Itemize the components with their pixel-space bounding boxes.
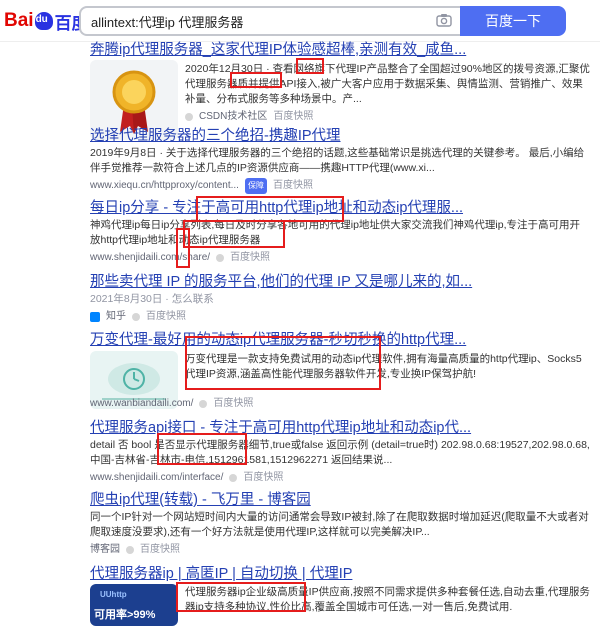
result-description: 神鸡代理ip每日ip分享列表,每日及时分享各地可用的代理ip地址供大家交流我们神… (90, 219, 581, 246)
snapshot-link[interactable]: 百度快照 (273, 109, 313, 125)
result-title-link[interactable]: 代理服务器ip | 高匿IP | 自动切换 | 代理IP (90, 564, 590, 584)
search-result: 那些卖代理 IP 的服务平台,他们的代理 IP 又是哪儿来的,如... 2021… (90, 272, 590, 325)
result-source[interactable]: www.wanbiandaili.com/ (90, 396, 193, 412)
result-source[interactable]: www.shenjidaili.com/interface/ (90, 470, 223, 486)
result-body: 2020年12月30日 · 查看网络旗下代理IP产品整合了全国超过90%地区的拨… (185, 62, 590, 125)
dot-icon (216, 254, 225, 262)
result-title-link[interactable]: 奔腾ip代理服务器_这家代理IP体验感超棒,亲测有效_咸鱼... (90, 40, 590, 60)
paw-icon (34, 12, 53, 30)
snapshot-link[interactable]: 百度快照 (273, 178, 313, 194)
result-description: 同一个IP针对一个网站短时间内大量的访问通常会导致IP被封,除了在爬取数据时增加… (90, 511, 589, 538)
header: Bai 百度 百度一下 (0, 0, 600, 42)
result-title-link[interactable]: 爬虫ip代理(转载) - 飞万里 - 博客园 (90, 490, 590, 510)
thumb-text: 可用率>99% (94, 609, 156, 621)
result-title-link[interactable]: 选择代理服务器的三个绝招-携趣IP代理 (90, 126, 590, 146)
search-result: 代理服务器ip | 高匿IP | 自动切换 | 代理IP (90, 564, 590, 584)
dot-icon (199, 400, 208, 408)
snapshot-link[interactable]: 百度快照 (230, 250, 270, 266)
result-description: detail 否 bool 是否显示代理服务器细节,true或false 返回示… (90, 439, 590, 466)
baidu-logo[interactable]: Bai 百度 (4, 9, 89, 33)
result-description: 万变代理是一款支持免费试用的动态ip代理软件,拥有海量高质量的http代理ip、… (185, 353, 582, 380)
search-result: 万变代理-最好用的动态ip代理服务器-秒切秒换的http代理... (90, 330, 590, 350)
result-description: 2019年9月8日 · 关于选择代理服务器的三个绝招的话题,这些基础常识是挑选代… (90, 147, 585, 174)
snapshot-link[interactable]: 百度快照 (243, 470, 283, 486)
result-date: 2021年8月30日 · 怎么联系 (90, 293, 214, 305)
snapshot-link[interactable]: 百度快照 (213, 396, 253, 412)
result-source[interactable]: www.shenjidaili.com/share/ (90, 250, 210, 266)
search-result: 选择代理服务器的三个绝招-携趣IP代理 2019年9月8日 · 关于选择代理服务… (90, 126, 590, 194)
result-source[interactable]: 博客园 (90, 542, 120, 558)
search-result: 奔腾ip代理服务器_这家代理IP体验感超棒,亲测有效_咸鱼... (90, 40, 590, 60)
snapshot-link[interactable]: 百度快照 (146, 309, 186, 325)
result-description: 代理服务器ip企业级高质量IP供应商,按照不同需求提供多种套餐任选,自动去重,代… (185, 586, 590, 613)
result-body: 万变代理是一款支持免费试用的动态ip代理软件,拥有海量高质量的http代理ip、… (185, 352, 590, 382)
search-result: 代理服务api接口 - 专注于高可用http代理ip地址和动态ip代... de… (90, 418, 590, 486)
camera-icon[interactable] (436, 13, 452, 27)
result-title-link[interactable]: 万变代理-最好用的动态ip代理服务器-秒切秒换的http代理... (90, 330, 590, 350)
dot-icon (229, 474, 238, 482)
search-box (79, 6, 460, 36)
thumb-brand: UUhttp (100, 590, 127, 599)
search-input[interactable] (81, 8, 421, 34)
result-title-link[interactable]: 代理服务api接口 - 专注于高可用http代理ip地址和动态ip代... (90, 418, 590, 438)
source-icon (185, 113, 193, 121)
search-result: 每日ip分享 - 专注于高可用http代理ip地址和动态ip代理服... 神鸡代… (90, 198, 590, 266)
result-source[interactable]: www.xiequ.cn/httpproxy/content... (90, 178, 239, 194)
result-title-link[interactable]: 那些卖代理 IP 的服务平台,他们的代理 IP 又是哪儿来的,如... (90, 272, 590, 292)
result-title-link[interactable]: 每日ip分享 - 专注于高可用http代理ip地址和动态ip代理服... (90, 198, 590, 218)
result-source[interactable]: CSDN技术社区 (199, 109, 267, 125)
guarantee-badge: 保障 (244, 178, 267, 194)
search-button[interactable]: 百度一下 (460, 6, 566, 36)
snapshot-link[interactable]: 百度快照 (140, 542, 180, 558)
zhihu-icon (90, 312, 100, 322)
result-thumbnail[interactable]: UUhttp 可用率>99% (90, 584, 178, 626)
search-result: 爬虫ip代理(转载) - 飞万里 - 博客园 同一个IP针对一个网站短时间内大量… (90, 490, 590, 558)
result-source[interactable]: 知乎 (106, 309, 126, 325)
dot-icon (126, 546, 134, 554)
result-body: 代理服务器ip企业级高质量IP供应商,按照不同需求提供多种套餐任选,自动去重,代… (185, 585, 590, 615)
result-description: 2020年12月30日 · 查看网络旗下代理IP产品整合了全国超过90%地区的拨… (185, 63, 590, 105)
dot-icon (132, 313, 140, 321)
logo-text: Bai (4, 10, 34, 31)
